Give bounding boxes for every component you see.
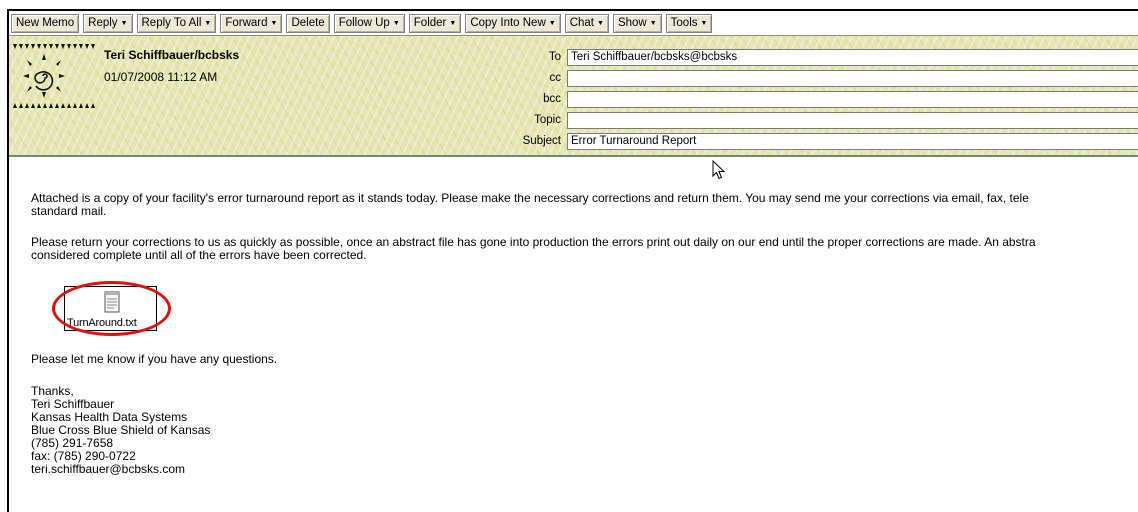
topic-field[interactable] (567, 112, 1138, 129)
stationery-logo-icon (13, 44, 95, 108)
folder-button[interactable]: Folder ▼ (408, 13, 462, 33)
button-label: Reply (88, 16, 118, 29)
dropdown-arrow-icon: ▼ (270, 19, 278, 27)
signature-block: Thanks, Teri Schiffbauer Kansas Health D… (31, 385, 210, 476)
button-label: Copy Into New (470, 16, 546, 29)
subject-field[interactable]: Error Turnaround Report (567, 133, 1138, 150)
dropdown-arrow-icon: ▼ (449, 19, 457, 27)
body-paragraph: Please return your corrections to us as … (31, 236, 1036, 262)
subject-field-row: Subject Error Turnaround Report (479, 133, 1138, 150)
closing-question: Please let me know if you have any quest… (31, 352, 278, 366)
button-label: New Memo (16, 16, 75, 29)
delete-button[interactable]: Delete (286, 13, 330, 33)
sender-name: Teri Schiffbauer/bcbsks (104, 48, 240, 62)
dropdown-arrow-icon: ▼ (649, 19, 657, 27)
sent-date: 01/07/2008 11:12 AM (104, 70, 218, 84)
text-file-icon (104, 291, 120, 313)
dropdown-arrow-icon: ▼ (548, 19, 556, 27)
signature-line: teri.schiffbauer@bcbsks.com (31, 462, 186, 476)
show-button[interactable]: Show ▼ (612, 13, 662, 33)
follow-up-button[interactable]: Follow Up ▼ (333, 13, 405, 33)
mouse-pointer-icon (712, 160, 726, 180)
chat-button[interactable]: Chat ▼ (564, 13, 609, 33)
forward-button[interactable]: Forward ▼ (220, 13, 283, 33)
button-label: Tools (670, 16, 698, 29)
bcc-field[interactable] (567, 91, 1138, 108)
attachment-file[interactable]: TurnAround.txt (64, 286, 157, 331)
dropdown-arrow-icon: ▼ (204, 19, 212, 27)
reply-button[interactable]: Reply ▼ (83, 13, 133, 33)
button-label: Delete (291, 16, 325, 29)
bcc-field-row: bcc (479, 91, 1138, 108)
bcc-label: bcc (543, 93, 561, 105)
memo-header: Teri Schiffbauer/bcbsks 01/07/2008 11:12… (9, 35, 1138, 157)
dropdown-arrow-icon: ▼ (120, 19, 128, 27)
reply-to-all-button[interactable]: Reply To All ▼ (136, 13, 217, 33)
tools-button[interactable]: Tools ▼ (665, 13, 713, 33)
body-line: considered complete until all of the err… (31, 248, 367, 262)
new-memo-button[interactable]: New Memo (11, 13, 80, 33)
button-label: Follow Up (338, 16, 390, 29)
body-paragraph: Attached is a copy of your facility's er… (31, 192, 1029, 218)
to-field[interactable]: Teri Schiffbauer/bcbsks@bcbsks (567, 49, 1138, 66)
cc-field[interactable] (567, 70, 1138, 87)
cc-field-row: cc (479, 70, 1138, 87)
button-label: Forward (225, 16, 268, 29)
body-line: Attached is a copy of your facility's er… (31, 191, 1029, 205)
attachment-filename: TurnAround.txt (67, 317, 137, 329)
button-label: Folder (413, 16, 447, 29)
dropdown-arrow-icon: ▼ (392, 19, 400, 27)
button-label: Chat (569, 16, 594, 29)
dropdown-arrow-icon: ▼ (700, 19, 708, 27)
topic-label: Topic (534, 114, 561, 126)
cc-label: cc (549, 72, 562, 84)
subject-label: Subject (522, 135, 561, 147)
topic-field-row: Topic (479, 112, 1138, 129)
copy-into-new-button[interactable]: Copy Into New ▼ (465, 13, 561, 33)
button-label: Reply To All (141, 16, 202, 29)
action-toolbar: New Memo Reply ▼ Reply To All ▼ Forward … (9, 9, 1138, 35)
to-field-row: To Teri Schiffbauer/bcbsks@bcbsks (479, 49, 1138, 66)
to-label: To (548, 51, 561, 63)
dropdown-arrow-icon: ▼ (597, 19, 604, 27)
button-label: Show (617, 16, 647, 29)
body-line: standard mail. (31, 204, 107, 218)
